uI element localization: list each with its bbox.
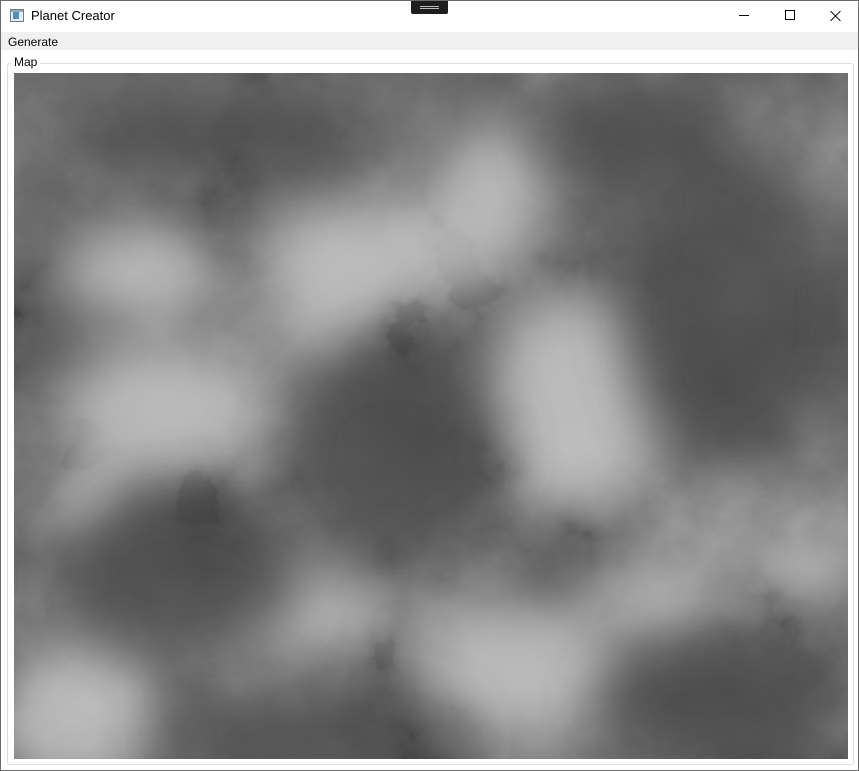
close-button[interactable] [813, 1, 858, 31]
app-window-icon[interactable] [10, 9, 24, 22]
title-bar[interactable]: Planet Creator [1, 1, 858, 31]
drag-handle-icon[interactable] [411, 1, 448, 14]
app-window: Planet Creator Generate Map [0, 0, 859, 771]
map-group-label: Map [11, 55, 41, 69]
heightmap-svg [14, 73, 848, 759]
maximize-icon [785, 10, 795, 20]
maximize-button[interactable] [767, 1, 813, 31]
minimize-button[interactable] [721, 1, 767, 31]
minimize-icon [739, 15, 749, 16]
menu-bar: Generate [1, 32, 858, 50]
close-icon [830, 10, 842, 22]
heightmap-image [14, 73, 848, 759]
window-title: Planet Creator [31, 8, 115, 23]
menu-item-generate[interactable]: Generate [8, 35, 58, 49]
